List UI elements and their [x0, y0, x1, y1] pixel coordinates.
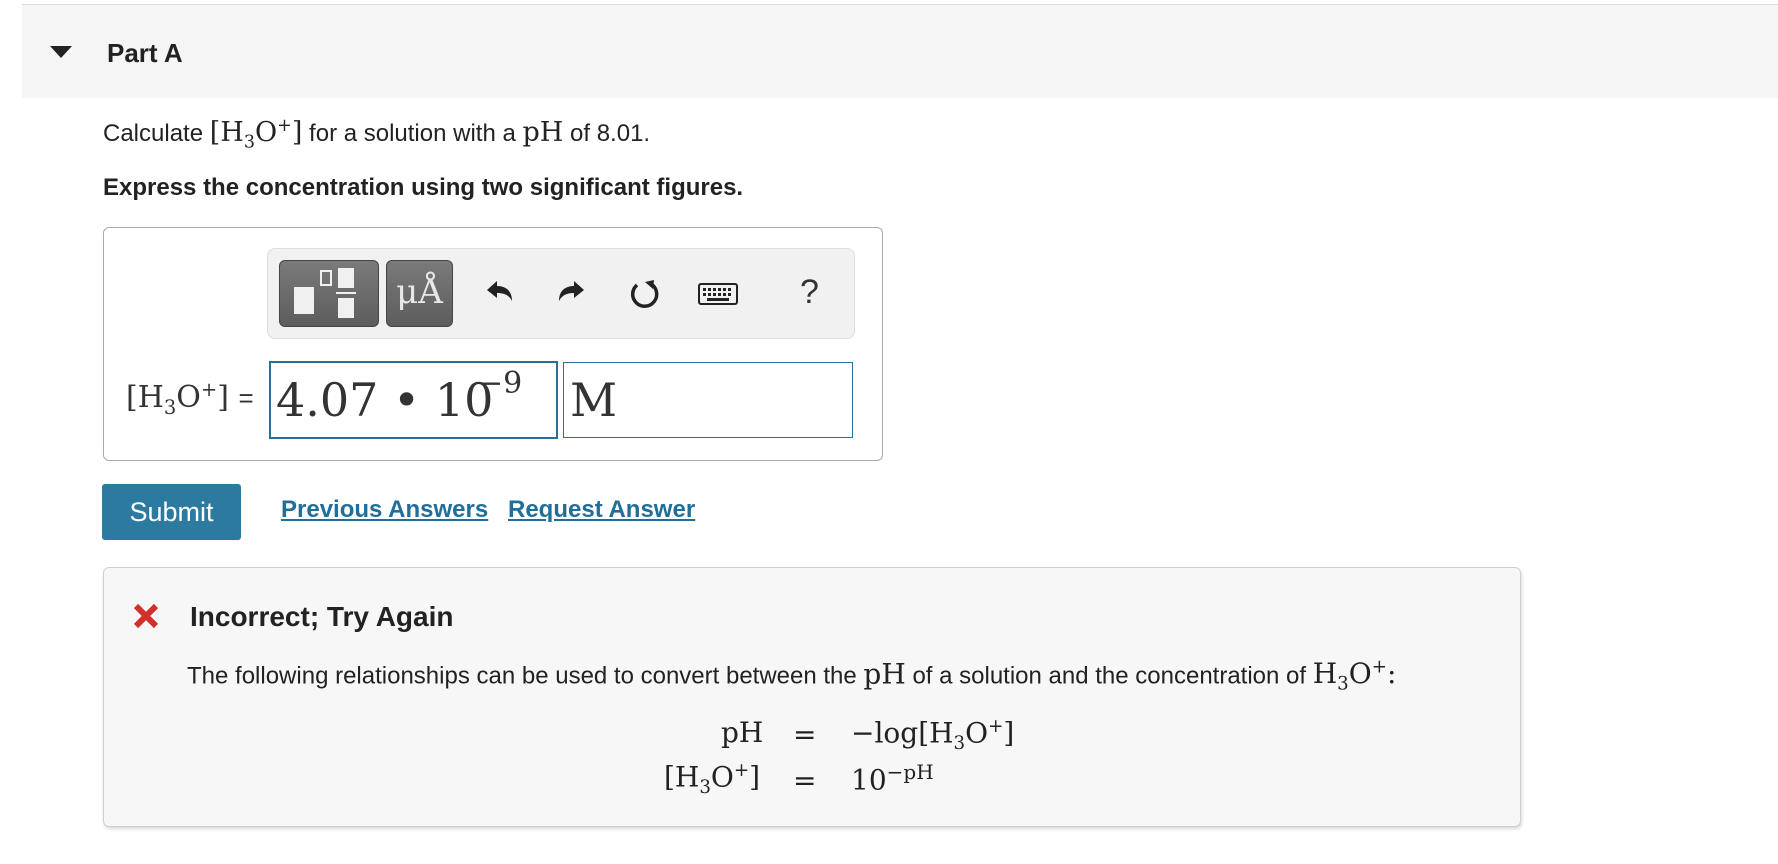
keyboard-button[interactable]: [698, 269, 738, 319]
answer-label: [H3O+] =: [126, 378, 254, 419]
math-toolbar: μÅ ?: [267, 248, 855, 339]
reset-button[interactable]: [625, 269, 665, 319]
feedback-text: The following relationships can be used …: [187, 657, 1397, 695]
answer-value-text: 4.07 • 10: [276, 373, 494, 427]
eq2-equals: =: [793, 764, 817, 797]
eq2-rhs: 10−pH: [851, 760, 934, 797]
red-x-icon: [133, 603, 159, 629]
answer-box: μÅ ? [H3O+] = 4.07 • 10 −9 M: [103, 227, 883, 461]
submit-button[interactable]: Submit: [102, 484, 241, 540]
question-text: Calculate [H3O+] for a solution with a p…: [103, 116, 651, 153]
undo-icon: [487, 281, 512, 301]
eq1-rhs: −log[H3O+]: [851, 716, 1015, 754]
answer-exponent: −9: [478, 366, 523, 401]
part-title: Part A: [107, 38, 183, 68]
fraction-template-button[interactable]: [279, 260, 379, 327]
reset-icon: [630, 280, 659, 308]
request-answer-link[interactable]: Request Answer: [508, 496, 695, 524]
keyboard-icon: [698, 283, 738, 305]
h3o-formula: [H3O+]: [209, 116, 303, 153]
instruction-text: Express the concentration using two sign…: [103, 174, 744, 201]
eq2-lhs: [H3O+]: [664, 760, 761, 798]
undo-button[interactable]: [479, 269, 519, 319]
collapse-caret-icon[interactable]: [50, 46, 72, 58]
eq1-lhs: pH: [721, 716, 764, 749]
eq1-equals: =: [793, 718, 817, 751]
answer-value-input[interactable]: 4.07 • 10 −9: [269, 361, 558, 439]
answer-unit-input[interactable]: M: [563, 362, 853, 438]
feedback-panel: Incorrect; Try Again The following relat…: [103, 567, 1521, 827]
h3o-formula: H3O+:: [1312, 657, 1397, 695]
redo-icon: [559, 281, 584, 301]
part-header[interactable]: Part A: [22, 5, 1778, 98]
help-button[interactable]: ?: [800, 273, 819, 312]
fraction-template-icon: [294, 268, 356, 318]
previous-answers-link[interactable]: Previous Answers: [281, 496, 488, 524]
units-button[interactable]: μÅ: [386, 260, 453, 327]
redo-button[interactable]: [552, 269, 592, 319]
feedback-title: Incorrect; Try Again: [190, 601, 454, 632]
